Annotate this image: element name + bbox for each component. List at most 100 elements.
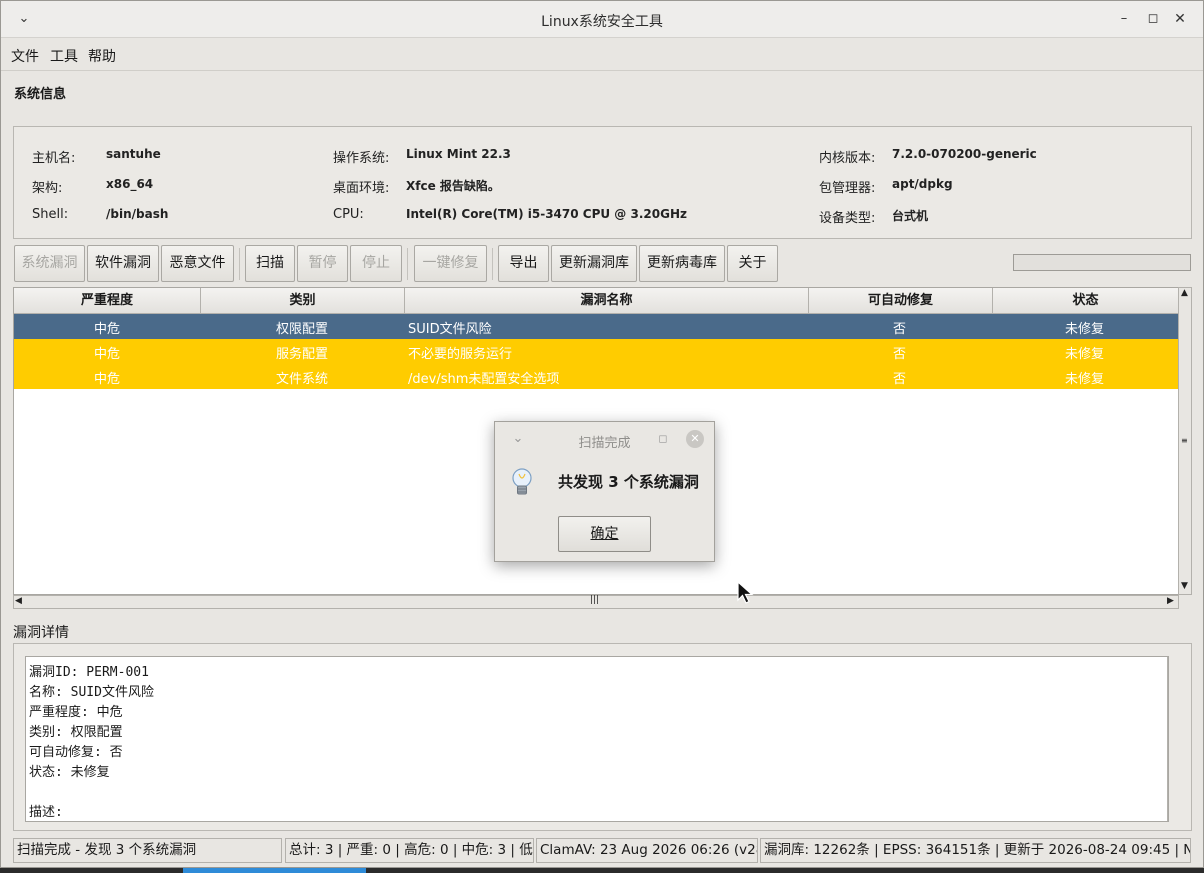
cell-autofix: 否 (893, 372, 907, 387)
table-vertical-scrollbar[interactable]: ▲ ≡ ▼ (1178, 287, 1192, 595)
cell-category: 权限配置 (276, 322, 329, 337)
menu-tools[interactable]: 工具 (50, 46, 78, 66)
cell-status: 未修复 (1065, 347, 1105, 362)
cell-name: 不必要的服务运行 (408, 347, 513, 362)
toolbar-separator (239, 248, 240, 280)
column-header-severity[interactable]: 严重程度 (14, 288, 201, 314)
cell-status: 未修复 (1065, 372, 1105, 387)
fix-all-button[interactable]: 一键修复 (414, 245, 487, 282)
scan-complete-dialog: ⌄ 扫描完成 ◻ ✕ 共发现 3 个系统漏洞 确定 (494, 421, 715, 562)
minimize-icon[interactable]: – (1115, 10, 1133, 28)
dialog-maximize-icon[interactable]: ◻ (654, 430, 672, 448)
about-button[interactable]: 关于 (727, 245, 778, 282)
os-label: 操作系统: (333, 151, 390, 166)
detail-line: 状态: 未修复 (29, 765, 110, 780)
window-title: Linux系统安全工具 (541, 14, 663, 30)
cell-category: 文件系统 (276, 372, 329, 387)
cell-autofix: 否 (893, 347, 907, 362)
stop-button[interactable]: 停止 (350, 245, 402, 282)
dialog-close-icon[interactable]: ✕ (686, 430, 704, 448)
taskbar (0, 868, 1204, 873)
cell-severity: 中危 (94, 322, 121, 337)
dialog-message: 共发现 3 个系统漏洞 (558, 473, 699, 491)
detail-line: 严重程度: 中危 (29, 705, 123, 720)
column-header-name[interactable]: 漏洞名称 (405, 288, 809, 314)
cell-name: /dev/shm未配置安全选项 (408, 372, 560, 387)
cell-category: 服务配置 (276, 347, 329, 362)
table-row[interactable]: 中危 文件系统 /dev/shm未配置安全选项 否 未修复 (14, 364, 1178, 389)
os-value: Linux Mint 22.3 (406, 147, 511, 161)
column-header-autofix[interactable]: 可自动修复 (809, 288, 993, 314)
scroll-right-arrow-icon[interactable]: ▶ (1167, 596, 1174, 606)
scroll-grip-icon[interactable]: ≡ (1181, 436, 1188, 445)
cell-name: SUID文件风险 (408, 322, 492, 337)
update-virus-db-button[interactable]: 更新病毒库 (639, 245, 725, 282)
kernel-value: 7.2.0-070200-generic (892, 147, 1037, 161)
pkg-label: 包管理器: (819, 181, 876, 196)
kernel-label: 内核版本: (819, 151, 876, 166)
detail-line: 可自动修复: 否 (29, 745, 123, 760)
system-vuln-button[interactable]: 系统漏洞 (14, 245, 85, 282)
menu-help[interactable]: 帮助 (88, 46, 116, 66)
column-header-category[interactable]: 类别 (201, 288, 405, 314)
update-vuln-db-button[interactable]: 更新漏洞库 (551, 245, 637, 282)
ok-button[interactable]: 确定 (558, 516, 651, 552)
details-scrollbar[interactable]: ▲ ▼ (1167, 657, 1168, 821)
title-bar: ⌄ Linux系统安全工具 – ◻ ✕ (1, 1, 1203, 38)
status-vulndb: 漏洞库: 12262条 | EPSS: 364151条 | 更新于 2026-0… (760, 838, 1191, 863)
export-button[interactable]: 导出 (498, 245, 549, 282)
detail-line: 名称: SUID文件风险 (29, 685, 154, 700)
details-heading: 漏洞详情 (13, 625, 69, 641)
lightbulb-icon (511, 468, 533, 498)
hostname-value: santuhe (106, 147, 161, 161)
status-counts: 总计: 3 | 严重: 0 | 高危: 0 | 中危: 3 | 低危: 0 (285, 838, 534, 863)
scroll-down-arrow-icon[interactable]: ▼ (1181, 581, 1188, 591)
mouse-cursor-icon (737, 580, 755, 605)
detail-line: 类别: 权限配置 (29, 725, 123, 740)
arch-value: x86_64 (106, 177, 154, 191)
cell-severity: 中危 (94, 372, 121, 387)
scan-progress-bar (1013, 254, 1191, 271)
device-value: 台式机 (892, 209, 929, 223)
pause-button[interactable]: 暂停 (297, 245, 348, 282)
toolbar-separator (492, 248, 493, 280)
menu-file[interactable]: 文件 (11, 46, 39, 66)
pkg-value: apt/dpkg (892, 177, 953, 191)
scroll-grip-icon[interactable]: ||| (590, 595, 599, 605)
cell-status: 未修复 (1065, 322, 1105, 337)
cpu-value: Intel(R) Core(TM) i5-3470 CPU @ 3.20GHz (406, 207, 687, 221)
detail-line: 漏洞ID: PERM-001 (29, 665, 149, 680)
table-horizontal-scrollbar[interactable]: ◀ ||| ▶ (13, 595, 1179, 609)
table-row[interactable]: 中危 服务配置 不必要的服务运行 否 未修复 (14, 339, 1178, 364)
details-text-area[interactable]: 漏洞ID: PERM-001 名称: SUID文件风险 严重程度: 中危 类别:… (25, 656, 1169, 822)
cell-severity: 中危 (94, 347, 121, 362)
column-header-status[interactable]: 状态 (993, 288, 1178, 314)
sysinfo-heading: 系统信息 (14, 87, 67, 102)
software-vuln-button[interactable]: 软件漏洞 (87, 245, 159, 282)
toolbar-separator (407, 248, 408, 280)
hostname-label: 主机名: (32, 151, 76, 166)
desktop-value: Xfce 报告缺陷。 (406, 179, 500, 193)
malware-button[interactable]: 恶意文件 (161, 245, 234, 282)
taskbar-active-item[interactable] (183, 868, 366, 873)
main-window: ⌄ Linux系统安全工具 – ◻ ✕ 文件 工具 帮助 系统信息 主机名: s… (0, 0, 1204, 868)
cell-autofix: 否 (893, 322, 907, 337)
scroll-left-arrow-icon[interactable]: ◀ (15, 596, 22, 606)
dialog-title: 扫描完成 (578, 436, 631, 451)
status-message: 扫描完成 - 发现 3 个系统漏洞 (13, 838, 282, 863)
device-label: 设备类型: (819, 211, 876, 226)
table-row[interactable]: 中危 权限配置 SUID文件风险 否 未修复 (14, 314, 1178, 339)
maximize-icon[interactable]: ◻ (1144, 10, 1162, 28)
scroll-up-arrow-icon[interactable]: ▲ (1181, 288, 1188, 298)
scan-button[interactable]: 扫描 (245, 245, 295, 282)
menu-bar: 文件 工具 帮助 (1, 38, 1203, 71)
status-clamav: ClamAV: 23 Aug 2026 06:26 (v28101) (536, 838, 758, 863)
cpu-label: CPU: (333, 207, 364, 222)
shell-value: /bin/bash (106, 207, 169, 221)
shell-label: Shell: (32, 207, 69, 222)
sysinfo-panel: 主机名: santuhe 架构: x86_64 Shell: /bin/bash… (13, 126, 1192, 239)
close-icon[interactable]: ✕ (1171, 10, 1189, 28)
desktop-label: 桌面环境: (333, 181, 390, 196)
detail-line: 描述: (29, 805, 63, 820)
arch-label: 架构: (32, 181, 63, 196)
